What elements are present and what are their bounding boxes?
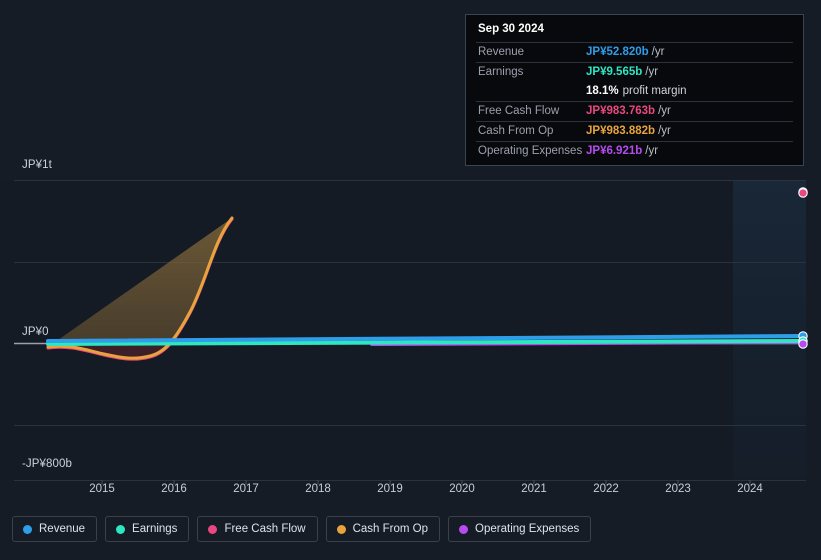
tooltip-label-earnings: Earnings	[478, 65, 524, 78]
tooltip-value-earnings: JP¥9.565b	[586, 65, 643, 78]
financial-chart: JP¥1t JP¥0 -JP¥800b 2015 2016 2017 2018 …	[0, 0, 821, 560]
tooltip-value-profit-margin: 18.1%	[586, 84, 619, 97]
chart-canvas	[0, 180, 808, 485]
tooltip-label-revenue: Revenue	[478, 45, 525, 58]
x-axis-label-2018: 2018	[305, 483, 331, 495]
highlight-band	[733, 180, 806, 480]
tooltip-value-operating-expenses: JP¥6.921b	[586, 144, 643, 157]
x-axis-label-2024: 2024	[737, 483, 763, 495]
x-axis-label-2023: 2023	[665, 483, 691, 495]
legend-label-free-cash-flow: Free Cash Flow	[224, 523, 306, 535]
x-axis-label-2019: 2019	[377, 483, 403, 495]
tooltip-unit-earnings: /yr	[645, 65, 659, 78]
tooltip-unit-cash-from-op: /yr	[658, 124, 671, 137]
tooltip-value-free-cash-flow: JP¥983.763b	[586, 104, 656, 117]
data-tooltip: Sep 30 2024 Revenue JP¥52.820b /yr Earni…	[465, 14, 804, 166]
legend-label-cash-from-op: Cash From Op	[352, 523, 429, 535]
legend-dot-earnings-icon	[116, 524, 126, 534]
tooltip-unit-free-cash-flow: /yr	[658, 104, 671, 117]
x-axis-label-2022: 2022	[593, 483, 619, 495]
tooltip-row-earnings: Earnings JP¥9.565b /yr	[476, 62, 793, 82]
x-axis-label-2021: 2021	[521, 483, 547, 495]
tooltip-value-cash-from-op: JP¥983.882b	[586, 124, 656, 137]
legend-dot-revenue-icon	[23, 524, 32, 534]
tooltip-label-free-cash-flow: Free Cash Flow	[478, 104, 560, 117]
tooltip-label-operating-expenses: Operating Expenses	[478, 144, 583, 157]
y-axis-label-top: JP¥1t	[22, 159, 52, 171]
x-axis-label-2015: 2015	[89, 483, 115, 495]
x-axis-label-2020: 2020	[449, 483, 475, 495]
x-axis-label-2017: 2017	[233, 483, 259, 495]
tooltip-value-revenue: JP¥52.820b	[586, 45, 649, 58]
y-axis-label-zero: JP¥0	[22, 326, 49, 338]
legend-label-revenue: Revenue	[39, 523, 86, 535]
tooltip-row-profit-margin: 18.1% profit margin	[476, 82, 793, 101]
tooltip-unit-revenue: /yr	[651, 45, 665, 58]
free-cash-flow-endpoint	[798, 188, 808, 198]
legend-item-earnings[interactable]: Earnings	[105, 516, 190, 542]
y-axis-label-bottom: -JP¥800b	[22, 458, 73, 470]
legend-item-cash-from-op[interactable]: Cash From Op	[325, 516, 441, 542]
legend-dot-free-cash-flow-icon	[208, 524, 218, 534]
legend-item-revenue[interactable]: Revenue	[12, 516, 98, 542]
tooltip-row-operating-expenses: Operating Expenses JP¥6.921b /yr	[476, 141, 793, 161]
operating-expenses-endpoint	[798, 339, 808, 349]
legend-label-earnings: Earnings	[132, 523, 178, 535]
tooltip-label-cash-from-op: Cash From Op	[478, 124, 554, 137]
legend-item-operating-expenses[interactable]: Operating Expenses	[448, 516, 592, 542]
plot-area	[0, 160, 821, 490]
chart-legend: Revenue Earnings Free Cash Flow Cash Fro…	[12, 516, 592, 542]
tooltip-row-cash-from-op: Cash From Op JP¥983.882b /yr	[476, 121, 793, 141]
tooltip-sub-profit-margin: profit margin	[622, 84, 687, 97]
legend-dot-cash-from-op-icon	[336, 524, 346, 534]
legend-label-operating-expenses: Operating Expenses	[475, 523, 580, 535]
x-axis: 2015 2016 2017 2018 2019 2020 2021 2022 …	[0, 483, 821, 505]
tooltip-row-revenue: Revenue JP¥52.820b /yr	[476, 42, 793, 62]
tooltip-row-free-cash-flow: Free Cash Flow JP¥983.763b /yr	[476, 101, 793, 121]
tooltip-unit-operating-expenses: /yr	[645, 144, 659, 157]
x-axis-label-2016: 2016	[161, 483, 187, 495]
tooltip-date: Sep 30 2024	[478, 23, 544, 35]
legend-dot-operating-expenses-icon	[459, 524, 469, 534]
legend-item-free-cash-flow[interactable]: Free Cash Flow	[197, 516, 318, 542]
